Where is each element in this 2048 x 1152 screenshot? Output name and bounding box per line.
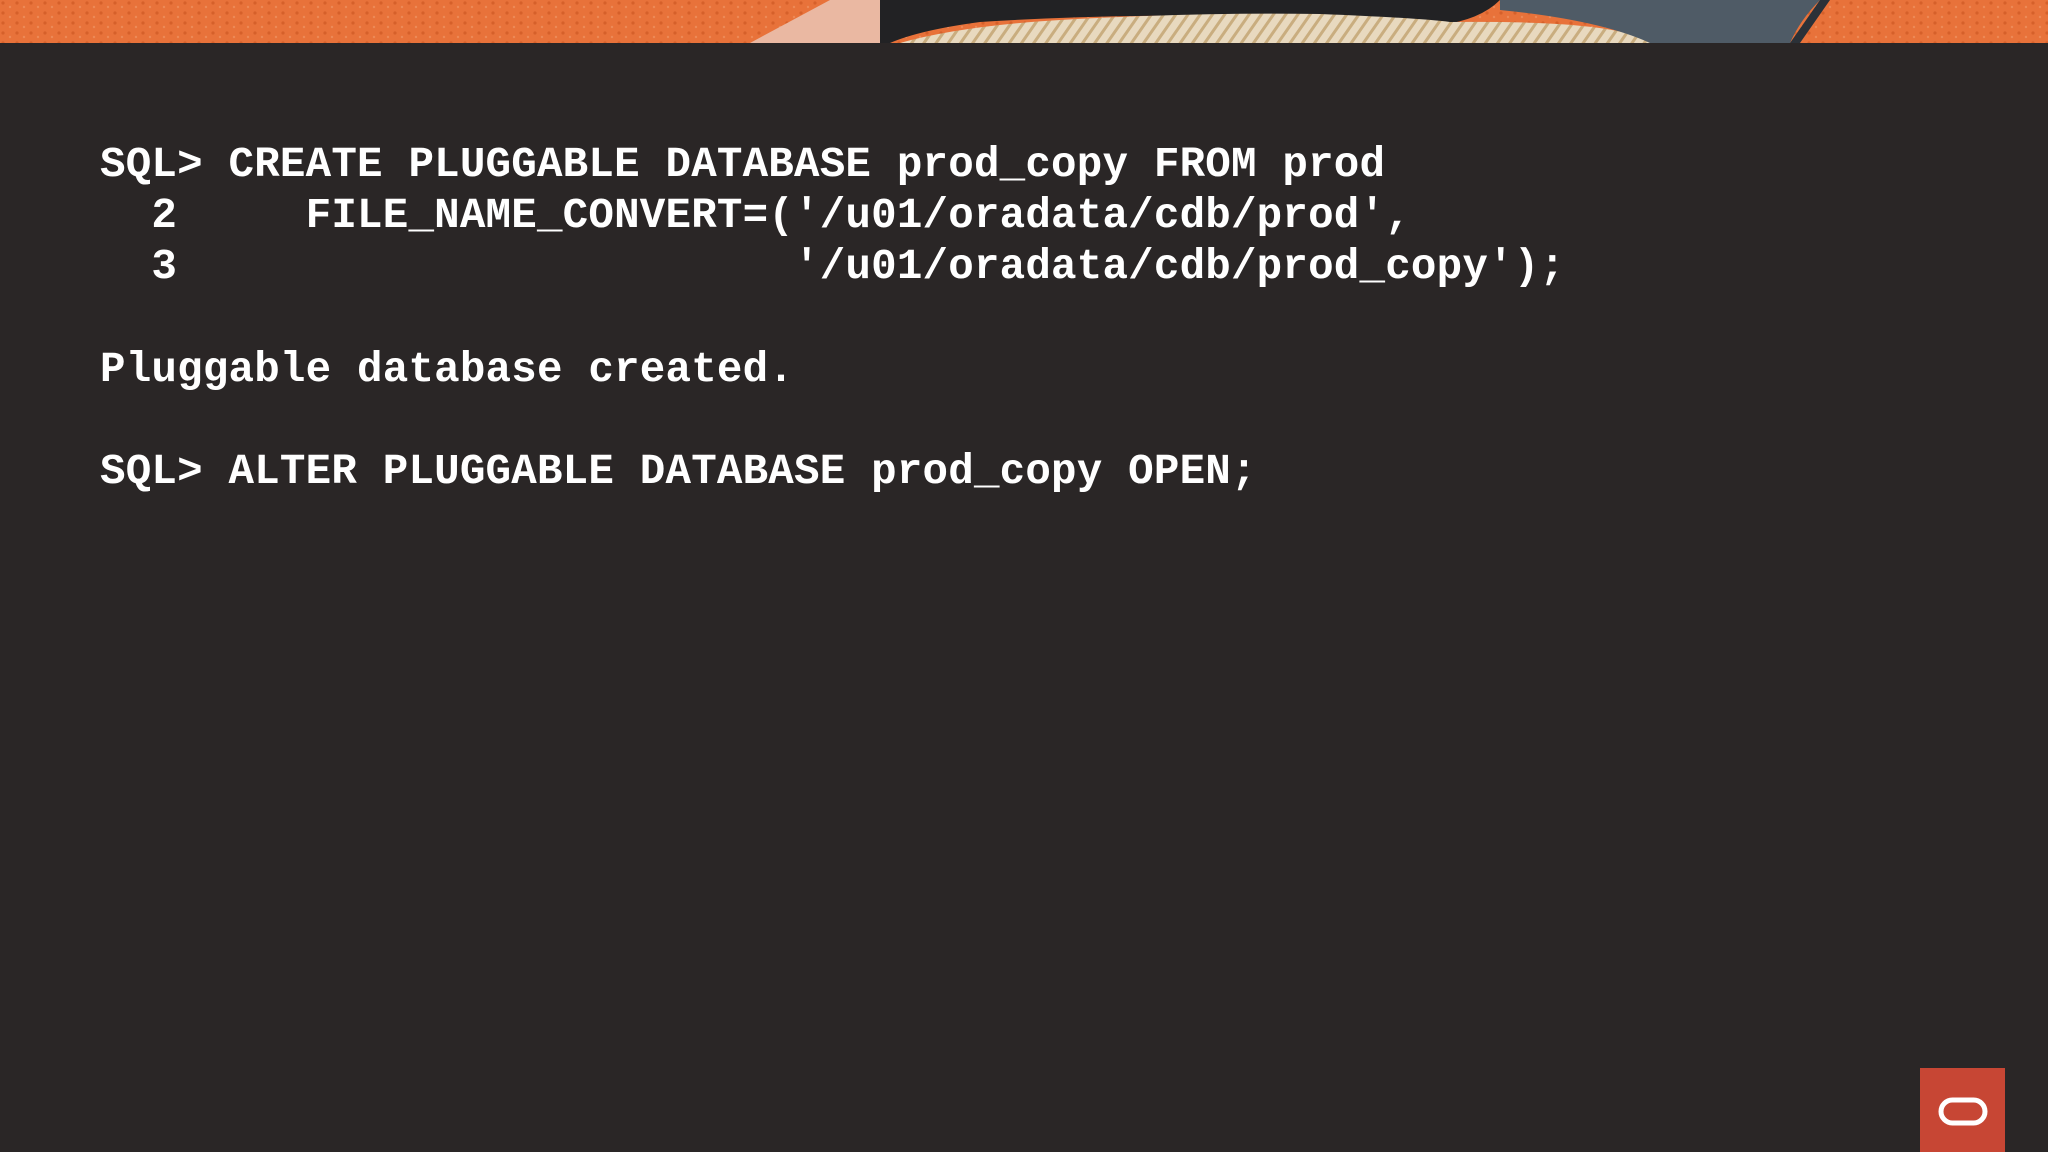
sql-line-3: 3 '/u01/oradata/cdb/prod_copy');: [100, 243, 1566, 292]
header-artwork-banner: [0, 0, 2048, 43]
sql-line-alter: SQL> ALTER PLUGGABLE DATABASE prod_copy …: [100, 448, 1257, 497]
oracle-logo: [1920, 1068, 2005, 1152]
banner-artwork-image: [0, 0, 2048, 43]
sql-line-2: 2 FILE_NAME_CONVERT=('/u01/oradata/cdb/p…: [100, 192, 1411, 241]
slide: SQL> CREATE PLUGGABLE DATABASE prod_copy…: [0, 0, 2048, 1152]
oracle-logo-icon: [1938, 1097, 1988, 1126]
sql-line-create: SQL> CREATE PLUGGABLE DATABASE prod_copy…: [100, 141, 1386, 189]
sql-terminal-output: SQL> CREATE PLUGGABLE DATABASE prod_copy…: [100, 140, 1565, 498]
result-message: Pluggable database created.: [100, 345, 795, 394]
